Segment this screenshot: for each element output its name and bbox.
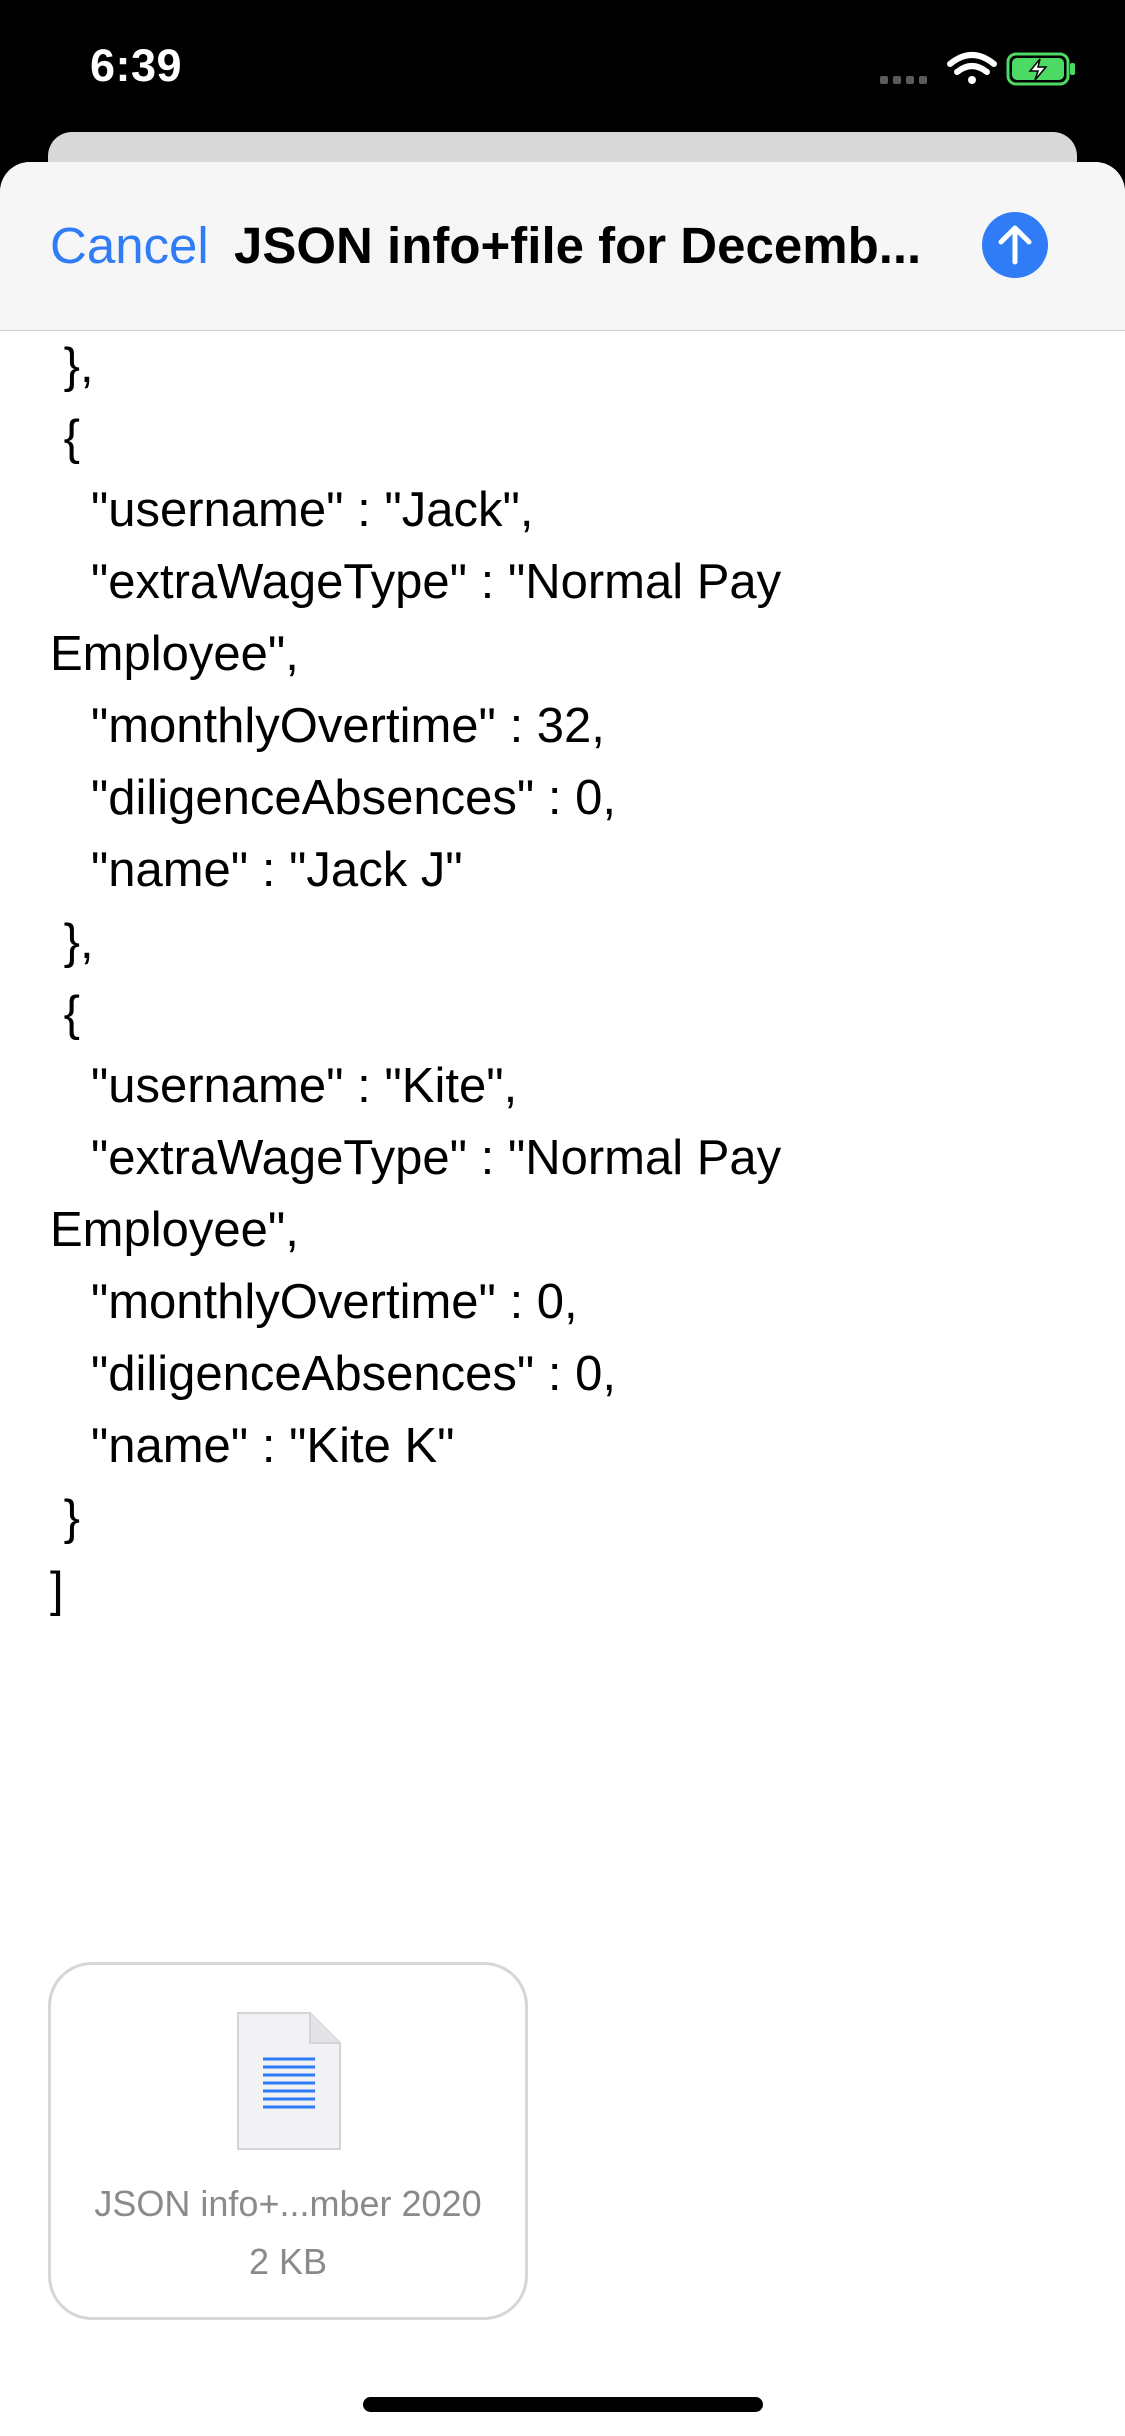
json-line: "extraWageType" : "Normal Pay: [50, 1131, 782, 1185]
nav-bar: Cancel JSON info+file for Decemb...: [0, 162, 1125, 331]
json-line: Employee",: [50, 1203, 299, 1257]
cellular-signal-icon: [880, 76, 927, 84]
json-line: "monthlyOvertime" : 0,: [50, 1275, 578, 1329]
json-line: "monthlyOvertime" : 32,: [50, 699, 605, 753]
json-line: ]: [50, 1563, 64, 1617]
document-icon: [237, 2012, 341, 2150]
cancel-button[interactable]: Cancel: [50, 216, 209, 275]
message-body[interactable]: "monthlyOvertime" : 42, "diligenceAbsenc…: [0, 330, 1125, 2436]
wifi-icon: [947, 52, 997, 84]
json-line: "extraWageType" : "Normal Pay: [50, 555, 782, 609]
json-content: "monthlyOvertime" : 42, "diligenceAbsenc…: [50, 330, 781, 1626]
attachment-size: 2 KB: [248, 2241, 328, 2282]
json-line: "username" : "Jack",: [50, 483, 534, 537]
json-line: Employee",: [50, 627, 299, 681]
json-line: "name" : "Jack J": [50, 843, 463, 897]
page-title: JSON info+file for Decemb...: [234, 217, 922, 274]
arrow-up-icon: [998, 225, 1032, 265]
json-line: "diligenceAbsences" : 0,: [50, 771, 616, 825]
json-line: {: [50, 411, 80, 465]
attachment-name: JSON info+...mber 2020: [94, 2183, 482, 2224]
send-button[interactable]: [982, 212, 1048, 278]
battery-icon: [1006, 52, 1075, 86]
screen: 6:39 Cancel JSON info+file for Decemb...…: [0, 0, 1125, 2436]
json-line: },: [50, 339, 94, 393]
json-line: }: [50, 1491, 80, 1545]
home-indicator[interactable]: [363, 2397, 763, 2412]
json-line: {: [50, 987, 80, 1041]
status-bar: 6:39: [0, 0, 1125, 132]
status-time: 6:39: [90, 40, 183, 91]
json-line: "diligenceAbsences" : 0,: [50, 1347, 616, 1401]
json-line: },: [50, 915, 94, 969]
file-attachment[interactable]: JSON info+...mber 2020 2 KB: [48, 1962, 528, 2320]
share-sheet: Cancel JSON info+file for Decemb... "mon…: [0, 162, 1125, 2436]
status-icons: [880, 52, 1075, 86]
json-line: "name" : "Kite K": [50, 1419, 455, 1473]
json-line: "username" : "Kite",: [50, 1059, 518, 1113]
